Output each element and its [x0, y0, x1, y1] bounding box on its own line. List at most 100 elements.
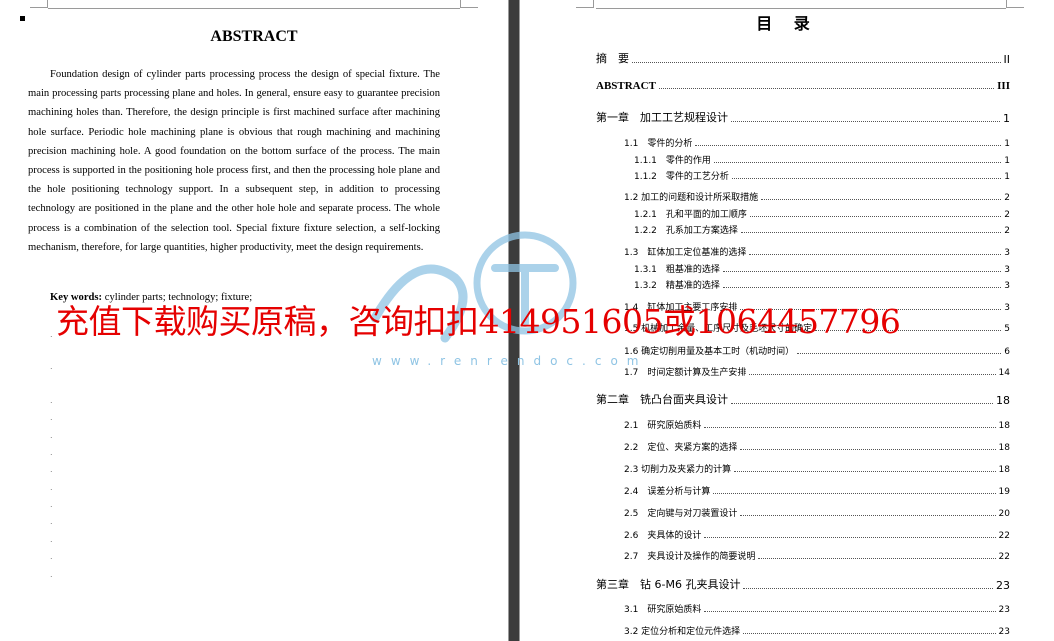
toc-leader-dots: [797, 353, 1002, 354]
toc-entry[interactable]: 2.6 夹具体的设计 22: [624, 528, 1010, 541]
toc-entry[interactable]: 2.4 误差分析与计算 19: [624, 484, 1010, 497]
toc-leader-dots: [658, 88, 995, 89]
toc-leader-dots: [695, 145, 1002, 146]
toc-entry[interactable]: 2.7 夹具设计及操作的简要说明 22: [624, 549, 1010, 562]
toc-entry-title: 2.3 切削力及夹紧力的计算: [624, 465, 732, 475]
toc-entry[interactable]: 1.3.2 精基准的选择 3: [634, 278, 1010, 291]
toc-leader-dots: [722, 287, 1002, 288]
paragraph-mark: .: [50, 362, 53, 371]
toc-leader-dots: [734, 471, 996, 472]
toc-entry-page: 1: [1003, 112, 1010, 125]
toc-entry-page: 23: [998, 605, 1010, 615]
toc-entry-page: 5: [1004, 324, 1010, 334]
header-line: [596, 8, 1006, 9]
toc-entry[interactable]: 1.3 缸体加工定位基准的选择 3: [624, 245, 1010, 258]
toc-entry[interactable]: 第二章 铣凸台面夹具设计 18: [596, 391, 1010, 407]
toc-leader-dots: [704, 611, 996, 612]
toc-entry-title: 2.4 误差分析与计算: [624, 487, 711, 497]
toc-entry-page: 1: [1004, 139, 1010, 149]
toc-entry-title: 2.6 夹具体的设计: [624, 531, 702, 541]
toc-leader-dots: [761, 199, 1002, 200]
toc-leader-dots: [758, 558, 996, 559]
toc-leader-dots: [713, 493, 996, 494]
toc-leader-dots: [743, 633, 996, 634]
toc-entry[interactable]: 1.2.1 孔和平面的加工顺序 2: [634, 207, 1010, 220]
toc-entry[interactable]: 2.5 定向键与对刀装置设计 20: [624, 506, 1010, 519]
toc-entry[interactable]: 1.1.2 零件的工艺分析 1: [634, 169, 1010, 182]
toc-leader-dots: [749, 254, 1002, 255]
toc-leader-dots: [722, 271, 1002, 272]
crop-mark: [576, 0, 594, 8]
crop-mark: [1006, 0, 1024, 8]
toc-entry-page: 3: [1004, 281, 1010, 291]
toc-entry[interactable]: 1.3.1 粗基准的选择 3: [634, 262, 1010, 275]
watermark-text: 充值下载购买原稿，咨询扣扣414951605或1064457796: [56, 302, 901, 341]
toc-entry-title: 1.2.1 孔和平面的加工顺序: [634, 210, 747, 220]
toc-entry-title: 第二章 铣凸台面夹具设计: [596, 393, 728, 406]
toc-entry-title: 1.1.2 零件的工艺分析: [634, 172, 729, 182]
toc-entry-title: 2.1 研究原始质料: [624, 421, 702, 431]
toc-entry[interactable]: ABSTRACT III: [596, 80, 1010, 92]
toc-entry[interactable]: 1.1.1 零件的作用 1: [634, 153, 1010, 166]
toc-leader-dots: [731, 178, 1002, 179]
toc-entry-page: 18: [998, 421, 1010, 431]
toc-entry-page: 1: [1004, 156, 1010, 166]
toc-leader-dots: [731, 403, 993, 404]
toc-entry-page: 2: [1004, 210, 1010, 220]
toc-entry-title: ABSTRACT: [596, 80, 656, 92]
toc-entry[interactable]: 第一章 加工工艺规程设计 1: [596, 109, 1010, 125]
toc-entry-title: 1.3.2 精基准的选择: [634, 281, 720, 291]
toc-entry[interactable]: 摘 要 II: [596, 50, 1010, 66]
toc-entry[interactable]: 1.2.2 孔系加工方案选择 2: [634, 223, 1010, 236]
toc-entry-page: 23: [998, 627, 1010, 637]
toc-entry-page: 2: [1004, 226, 1010, 236]
paragraph-mark: .: [50, 552, 53, 561]
toc-entry-page: 22: [998, 552, 1010, 562]
paragraph-mark: .: [50, 330, 53, 339]
crop-mark: [30, 0, 48, 8]
toc-entry-page: 3: [1004, 303, 1010, 313]
paragraph-mark: .: [50, 483, 53, 492]
toc-entry[interactable]: 2.1 研究原始质料 18: [624, 418, 1010, 431]
toc-entry[interactable]: 1.1 零件的分析 1: [624, 136, 1010, 149]
toc-entry[interactable]: 1.6 确定切削用量及基本工时（机动时间） 6: [624, 344, 1010, 357]
toc-leader-dots: [704, 537, 996, 538]
toc-entry-title: 1.3 缸体加工定位基准的选择: [624, 248, 747, 258]
toc-entry[interactable]: 2.3 切削力及夹紧力的计算 18: [624, 462, 1010, 475]
toc-entry-page: 18: [996, 394, 1010, 407]
toc-entry[interactable]: 2.2 定位、夹紧方案的选择 18: [624, 440, 1010, 453]
toc-leader-dots: [743, 588, 993, 589]
toc-leader-dots: [731, 121, 1000, 122]
paragraph-mark: .: [50, 465, 53, 474]
toc-entry-title: 2.2 定位、夹紧方案的选择: [624, 443, 738, 453]
toc-entry-title: 1.3.1 粗基准的选择: [634, 265, 720, 275]
toc-entry-title: 2.5 定向键与对刀装置设计: [624, 509, 738, 519]
crop-mark: [460, 0, 478, 8]
toc-entry[interactable]: 第三章 钻 6-M6 孔夹具设计 23: [596, 576, 1010, 592]
toc-entry-page: 18: [998, 465, 1010, 475]
toc-leader-dots: [713, 162, 1002, 163]
toc-entry-page: 19: [998, 487, 1010, 497]
abstract-title: ABSTRACT: [210, 28, 298, 45]
toc-leader-dots: [749, 374, 996, 375]
paragraph-mark: .: [50, 448, 53, 457]
toc-leader-dots: [740, 449, 996, 450]
toc-entry-title: 第一章 加工工艺规程设计: [596, 111, 728, 124]
toc-entry-page: 18: [998, 443, 1010, 453]
toc-entry[interactable]: 1.7 时间定额计算及生产安排 14: [624, 365, 1010, 378]
paragraph-mark: .: [50, 431, 53, 440]
toc-leader-dots: [749, 216, 1002, 217]
toc-entry-page: II: [1003, 53, 1011, 66]
toc-entry[interactable]: 3.1 研究原始质料 23: [624, 602, 1010, 615]
toc-entry-title: 1.6 确定切削用量及基本工时（机动时间）: [624, 347, 795, 357]
toc-leader-dots: [740, 515, 996, 516]
toc-leader-dots: [740, 232, 1002, 233]
toc-entry-page: 1: [1004, 172, 1010, 182]
toc-entry-page: 6: [1004, 347, 1010, 357]
toc-entry[interactable]: 3.2 定位分析和定位元件选择 23: [624, 624, 1010, 637]
toc-entry-title: 1.2.2 孔系加工方案选择: [634, 226, 738, 236]
paragraph-mark: .: [50, 517, 53, 526]
toc-entry[interactable]: 1.2 加工的问题和设计所采取措施 2: [624, 190, 1010, 203]
toc-entry-page: 14: [998, 368, 1010, 378]
toc-entry-page: 2: [1004, 193, 1010, 203]
